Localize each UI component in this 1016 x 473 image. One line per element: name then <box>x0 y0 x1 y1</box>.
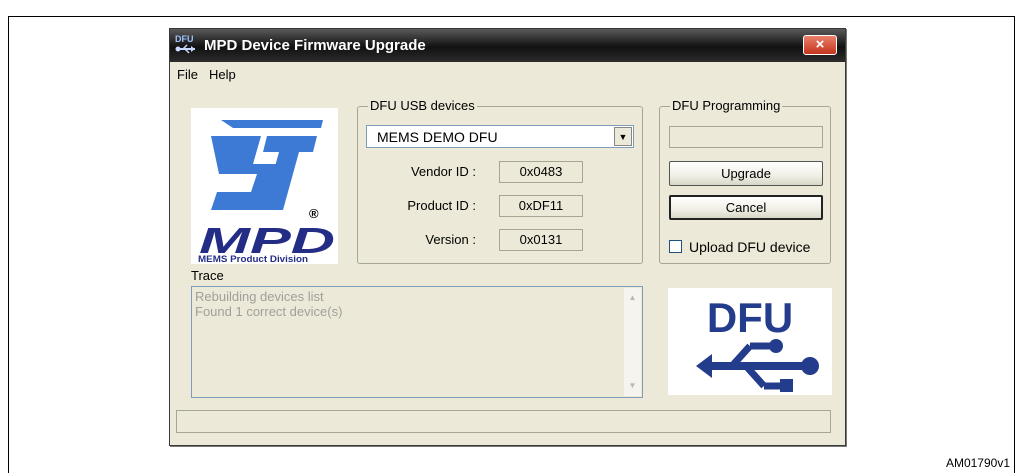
close-button[interactable]: × <box>803 35 837 55</box>
vendor-id-value: 0x0483 <box>499 161 583 183</box>
menu-bar: File Help <box>170 62 845 86</box>
dfu-programming-group: DFU Programming Upgrade Cancel Upload DF… <box>659 98 831 264</box>
dfu-window: DFU MPD Device Firmware Upgrade × File H… <box>169 28 846 446</box>
dfu-programming-legend: DFU Programming <box>670 98 783 113</box>
usb-symbol-icon <box>696 339 819 392</box>
version-value: 0x0131 <box>499 229 583 251</box>
window-title: MPD Device Firmware Upgrade <box>204 37 426 54</box>
cancel-button[interactable]: Cancel <box>669 195 823 220</box>
upload-dfu-checkbox[interactable] <box>669 240 682 253</box>
version-label: Version : <box>425 232 476 247</box>
dfu-usb-icon: DFU <box>175 34 199 56</box>
dfu-icon-label: DFU <box>175 34 194 44</box>
trace-line: Found 1 correct device(s) <box>195 304 343 319</box>
dfu-usb-devices-group: DFU USB devices MEMS DEMO DFU ▼ Vendor I… <box>357 98 643 264</box>
dfu-usb-logo: DFU <box>668 288 832 395</box>
upload-dfu-label[interactable]: Upload DFU device <box>689 239 810 255</box>
title-bar[interactable]: DFU MPD Device Firmware Upgrade × <box>170 29 845 62</box>
st-mpd-logo: ® MPD MEMS Product Division <box>191 108 338 264</box>
scroll-down-icon[interactable]: ▼ <box>625 378 640 393</box>
device-select[interactable]: MEMS DEMO DFU ▼ <box>366 125 634 148</box>
vendor-id-label: Vendor ID : <box>410 164 476 179</box>
trace-label: Trace <box>191 268 224 283</box>
dfu-logo-text: DFU <box>707 294 793 341</box>
figure-id: AM01790v1 <box>945 456 1010 470</box>
status-progress-bar <box>176 410 831 433</box>
device-select-value: MEMS DEMO DFU <box>377 129 498 145</box>
trace-scrollbar[interactable]: ▲ ▼ <box>624 288 641 396</box>
trace-line: Rebuilding devices list <box>195 289 324 304</box>
menu-help[interactable]: Help <box>209 67 236 82</box>
menu-file[interactable]: File <box>177 67 198 82</box>
programming-progress-bar <box>669 126 823 148</box>
dfu-logo-graphic: DFU <box>696 294 819 392</box>
st-logo-graphic: ® MPD MEMS Product Division <box>198 120 335 264</box>
registered-mark: ® <box>309 206 319 221</box>
trace-log[interactable]: Rebuilding devices list Found 1 correct … <box>191 286 643 398</box>
dfu-usb-devices-legend: DFU USB devices <box>368 98 477 113</box>
product-id-label: Product ID : <box>407 198 476 213</box>
mpd-caption: MEMS Product Division <box>198 254 308 264</box>
upgrade-button[interactable]: Upgrade <box>669 161 823 186</box>
dropdown-arrow-icon[interactable]: ▼ <box>614 127 632 146</box>
product-id-value: 0xDF11 <box>499 195 583 217</box>
scroll-up-icon[interactable]: ▲ <box>625 290 640 305</box>
